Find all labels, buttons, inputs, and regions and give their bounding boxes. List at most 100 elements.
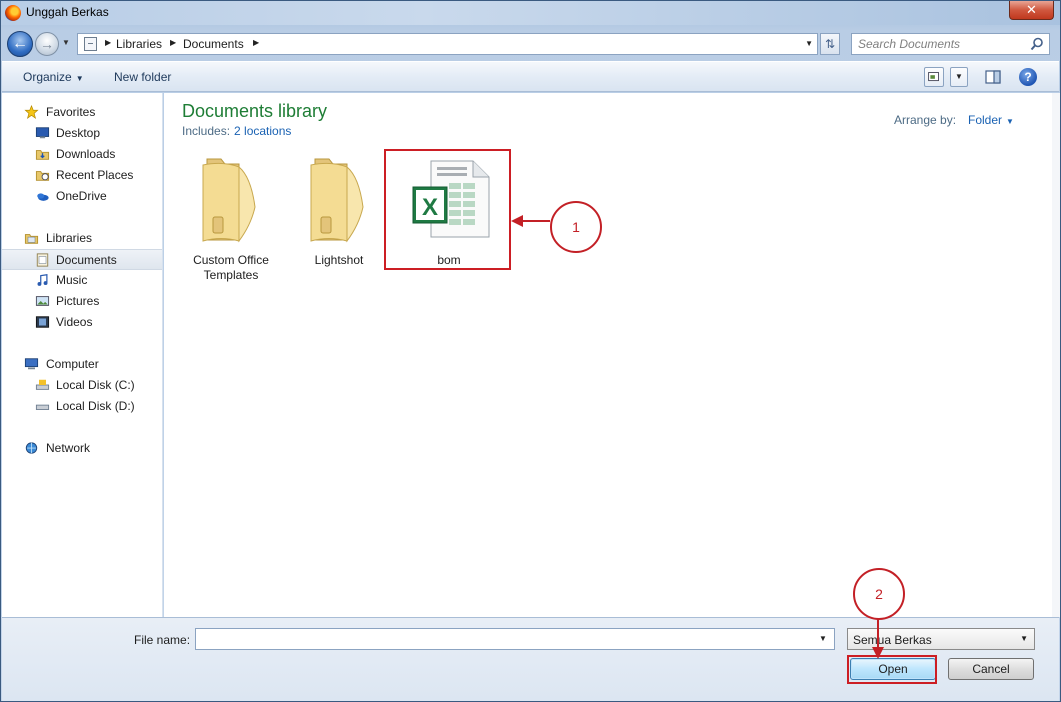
star-icon (24, 105, 39, 119)
callout-1: 1 (550, 201, 602, 253)
disk-c-icon (35, 379, 50, 390)
breadcrumb-documents[interactable]: Documents (183, 37, 244, 51)
nav-local-disk-d[interactable]: Local Disk (D:) (2, 396, 162, 417)
nav-local-disk-c-label: Local Disk (C:) (56, 378, 135, 392)
chevron-down-icon: ▼ (1020, 634, 1028, 643)
refresh-icon: ⇅ (824, 37, 836, 51)
downloads-icon (35, 150, 50, 160)
computer-icon (24, 358, 39, 370)
chevron-down-icon: ▼ (75, 74, 84, 83)
nav-music[interactable]: Music (2, 270, 162, 291)
documents-icon (36, 253, 49, 267)
forward-button[interactable]: → (35, 32, 59, 56)
highlight-box-open (847, 655, 937, 684)
callout-arrow-line (519, 220, 550, 222)
arrow-right-icon: → (40, 36, 54, 52)
new-folder-button[interactable]: New folder (114, 70, 171, 84)
locations-link[interactable]: 2 locations (234, 124, 291, 138)
nav-videos[interactable]: Videos (2, 312, 162, 333)
search-icon[interactable] (1030, 37, 1044, 51)
arrange-by-dropdown[interactable]: Folder ▼ (968, 113, 1014, 127)
file-name-dropdown-icon[interactable]: ▼ (819, 634, 827, 643)
desktop-icon (35, 127, 50, 139)
view-options-dropdown[interactable]: ▼ (950, 67, 968, 87)
nav-desktop[interactable]: Desktop (2, 123, 162, 144)
nav-network[interactable]: Network (2, 438, 162, 459)
file-open-dialog: Unggah Berkas ✕ ← → ▼ ▶ Libraries ▶ Docu… (0, 0, 1061, 702)
nav-libraries-label: Libraries (46, 231, 93, 245)
folder-icon (310, 158, 364, 243)
back-button[interactable]: ← (7, 31, 33, 57)
file-label-line1: Lightshot (314, 253, 364, 267)
file-name-input[interactable] (195, 628, 835, 650)
bottom-panel: File name: ▼ Semua Berkas ▼ Open Cancel (2, 617, 1059, 701)
refresh-button[interactable]: ⇅ (820, 33, 840, 55)
cancel-button[interactable]: Cancel (948, 658, 1034, 680)
nav-computer-label: Computer (46, 357, 99, 371)
file-list-pane[interactable]: Documents library Includes: 2 locations A… (164, 93, 1060, 617)
organize-button[interactable]: Organize ▼ (23, 70, 84, 84)
nav-onedrive-label: OneDrive (56, 189, 107, 203)
nav-videos-label: Videos (56, 315, 93, 329)
nav-music-label: Music (56, 273, 88, 287)
library-includes: Includes: 2 locations (182, 124, 291, 138)
arrow-head-down-icon (872, 647, 884, 659)
nav-libraries[interactable]: Libraries (2, 228, 162, 249)
file-type-value: Semua Berkas (853, 633, 932, 647)
navigation-pane: Favorites Desktop Downloads Recent Place… (2, 93, 163, 617)
view-icon (928, 72, 939, 82)
file-item-label: Lightshot (289, 253, 389, 268)
includes-label: Includes: (182, 124, 231, 138)
title-bar[interactable]: Unggah Berkas ✕ (1, 1, 1060, 25)
organize-label: Organize (23, 70, 72, 84)
arrow-left-icon: ← (12, 35, 28, 52)
file-label-line2: Templates (203, 268, 259, 282)
firefox-icon (5, 5, 21, 21)
address-dropdown-icon[interactable]: ▼ (805, 39, 813, 48)
arrange-by-label: Arrange by: (894, 113, 957, 127)
recent-pages-dropdown[interactable]: ▼ (62, 38, 70, 47)
library-title: Documents library (182, 101, 328, 121)
address-row: ← → ▼ ▶ Libraries ▶ Documents ▶ ▼ ⇅ (1, 29, 1060, 57)
preview-pane-icon[interactable] (984, 68, 1002, 86)
search-input[interactable] (852, 34, 1024, 54)
nav-local-disk-c[interactable]: Local Disk (C:) (2, 375, 162, 396)
nav-computer[interactable]: Computer (2, 354, 162, 375)
change-view-button[interactable] (924, 67, 944, 87)
nav-documents-label: Documents (56, 253, 117, 267)
nav-downloads-label: Downloads (56, 147, 116, 161)
nav-downloads[interactable]: Downloads (2, 144, 162, 165)
chevron-right-icon[interactable]: ▶ (105, 38, 111, 47)
file-name-label: File name: (134, 633, 191, 647)
network-icon (25, 442, 38, 454)
breadcrumb-libraries[interactable]: Libraries (116, 37, 162, 51)
chevron-right-icon[interactable]: ▶ (253, 38, 259, 47)
folder-icon (202, 158, 256, 243)
nav-network-label: Network (46, 441, 91, 455)
nav-favorites[interactable]: Favorites (2, 102, 162, 123)
disk-d-icon (35, 404, 50, 410)
nav-favorites-label: Favorites (46, 105, 96, 119)
address-bar[interactable]: ▶ Libraries ▶ Documents ▶ ▼ (77, 33, 818, 55)
search-box[interactable] (851, 33, 1050, 55)
close-button[interactable]: ✕ (1009, 1, 1054, 20)
location-icon (84, 37, 97, 51)
file-label-line1: Custom Office (193, 253, 269, 267)
nav-onedrive[interactable]: OneDrive (2, 186, 162, 207)
callout-2: 2 (853, 568, 905, 620)
scrollbar[interactable] (1052, 93, 1060, 617)
music-icon (37, 274, 48, 286)
chevron-down-icon: ▼ (1006, 117, 1014, 126)
arrange-by-value: Folder (968, 113, 1003, 127)
onedrive-icon (37, 193, 49, 201)
recent-places-icon (35, 171, 50, 181)
help-icon[interactable]: ? (1019, 68, 1037, 86)
arrow-head-left-icon (511, 215, 523, 227)
nav-documents[interactable]: Documents (2, 249, 162, 270)
highlight-box-bom (384, 149, 511, 270)
videos-icon (35, 316, 50, 328)
chevron-right-icon[interactable]: ▶ (170, 38, 176, 47)
nav-recent-places-label: Recent Places (56, 168, 134, 182)
nav-pictures[interactable]: Pictures (2, 291, 162, 312)
nav-recent-places[interactable]: Recent Places (2, 165, 162, 186)
